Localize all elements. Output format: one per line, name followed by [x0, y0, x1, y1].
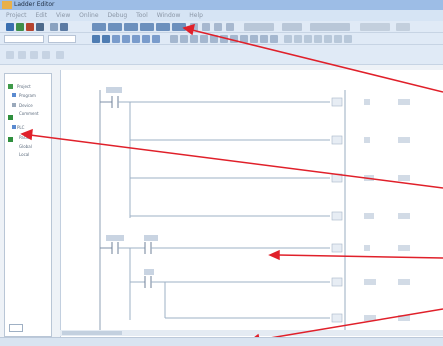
status-bar [0, 337, 443, 346]
annotation-arrow [20, 128, 443, 189]
annotation-arrow [182, 23, 443, 93]
output-block [331, 243, 410, 253]
rung-label-box [144, 269, 154, 275]
output-block [331, 135, 410, 145]
rung-label-box [106, 235, 124, 241]
scrollbar-thumb [62, 331, 122, 335]
rung-label-box [144, 235, 158, 241]
annotation-arrow [268, 249, 443, 261]
output-block [331, 97, 410, 107]
output-block [331, 277, 410, 287]
rung-label-box [106, 87, 122, 93]
ladder-diagram [20, 23, 443, 346]
output-block [331, 211, 410, 221]
